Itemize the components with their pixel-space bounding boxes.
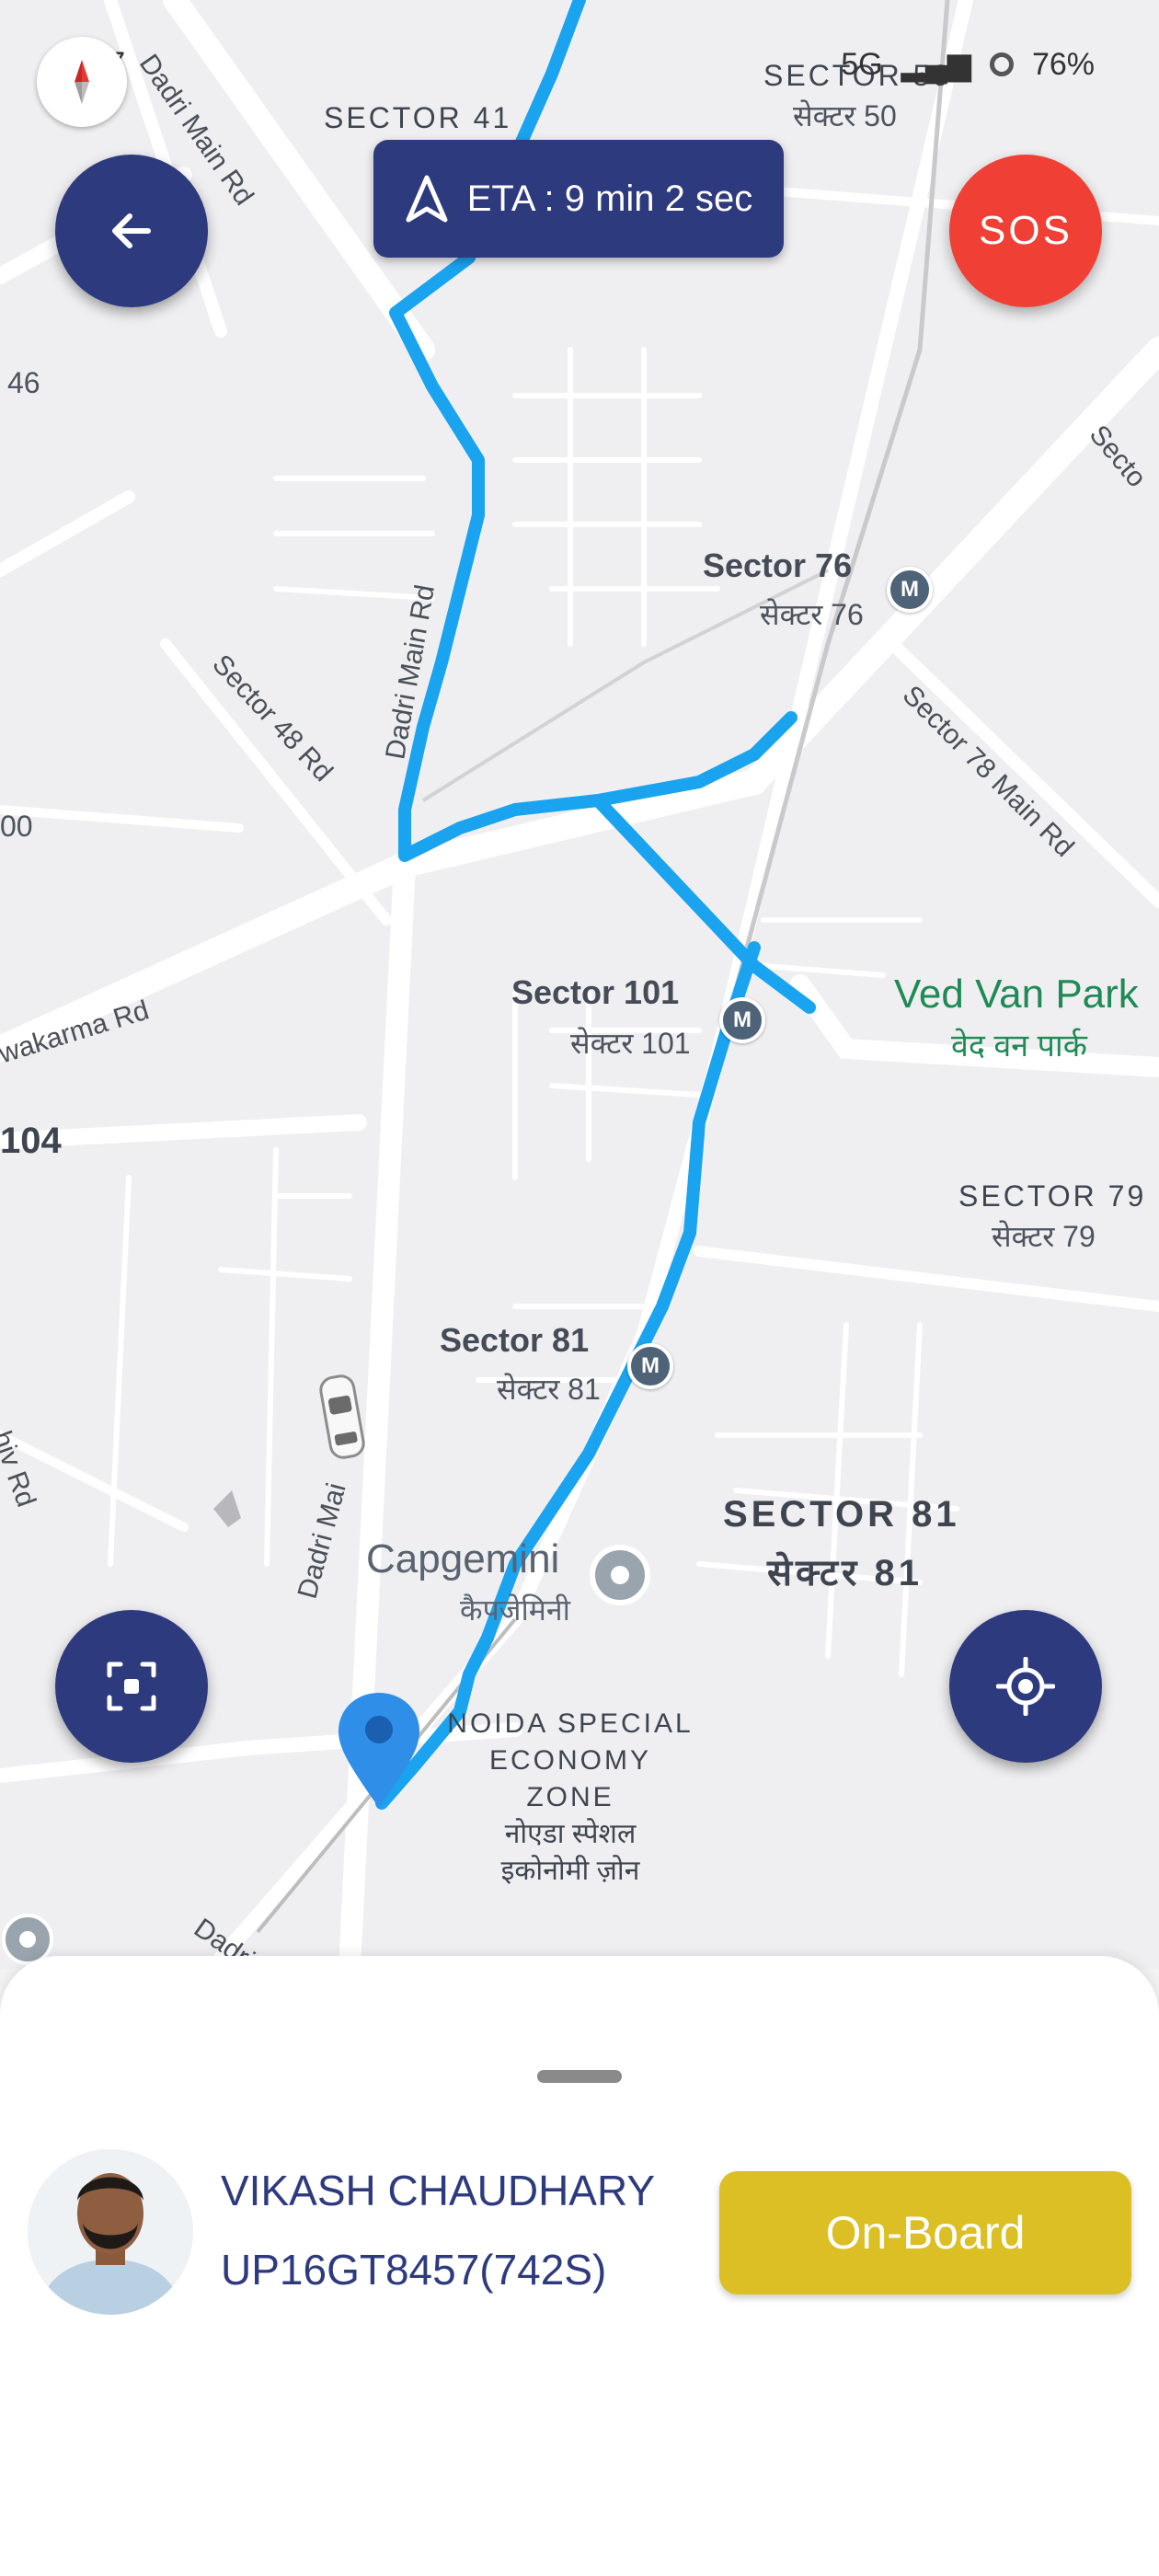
fullscreen-icon <box>107 1662 156 1711</box>
map-label-sez-line2: ECONOMY <box>488 1745 651 1776</box>
metro-station-icon: M <box>719 997 765 1043</box>
eta-text: ETA : 9 min 2 sec <box>466 178 753 219</box>
recenter-button[interactable] <box>949 1610 1102 1763</box>
driver-name: VIKASH CHAUDHARY <box>221 2167 656 2214</box>
map-label-partial-00: 00 <box>0 810 33 843</box>
navigation-arrow-icon <box>406 175 448 223</box>
map-label-sector79-hi: सेक्टर 79 <box>992 1220 1096 1253</box>
map-label-sector76-hi: सेक्टर 76 <box>760 598 864 631</box>
avatar <box>28 2149 193 2315</box>
map-label-sector76: Sector 76 <box>703 546 853 584</box>
map-label-sector104: 104 <box>0 1121 62 1161</box>
metro-station-icon: M <box>887 567 933 613</box>
map-label-sector81: Sector 81 <box>440 1321 590 1359</box>
sheet-drag-handle[interactable] <box>537 2070 622 2083</box>
map-label-ved-van-park: Ved Van Park <box>894 972 1139 1017</box>
map-label-sector79: SECTOR 79 <box>958 1179 1147 1213</box>
compass-icon[interactable] <box>37 37 127 127</box>
battery-icon <box>989 52 1014 76</box>
signal-icon: ▂▄▆ <box>901 47 971 82</box>
map-label-ved-van-park-hi: वेद वन पार्क <box>951 1029 1087 1064</box>
battery-label: 76% <box>1031 46 1095 82</box>
arrow-left-icon <box>112 213 151 248</box>
map-label-sez-hi-line1: नोएडा स्पेशल <box>504 1819 637 1849</box>
status-bar: 1:47 5G ▂▄▆ 76% <box>0 46 1159 92</box>
map-label-sector81-hi: सेक्टर 81 <box>497 1373 601 1406</box>
map-label-sector81-big: SECTOR 81 <box>723 1494 960 1535</box>
map-label-capgemini: Capgemini <box>366 1536 560 1581</box>
gps-target-icon <box>996 1657 1055 1716</box>
map-label-sector81-big-hi: सेक्टर 81 <box>767 1553 923 1593</box>
back-button[interactable] <box>55 155 208 307</box>
map-label-sector50-hi: सेक्टर 50 <box>793 99 897 132</box>
map-label-capgemini-hi: कैपजेमिनी <box>460 1593 570 1627</box>
map-label-sez-line1: NOIDA SPECIAL <box>447 1708 694 1739</box>
vehicle-number: UP16GT8457(742S) <box>221 2246 607 2294</box>
eta-banner: ETA : 9 min 2 sec <box>373 140 784 258</box>
map-label-sector46: 46 <box>7 366 40 399</box>
sos-button[interactable]: SOS <box>949 155 1102 307</box>
map-label-sez-line3: ZONE <box>526 1782 614 1812</box>
map-label-sector41: SECTOR 41 <box>324 101 512 134</box>
signal-label: 5G <box>841 46 883 82</box>
map-label-sector101: Sector 101 <box>511 973 680 1011</box>
onboard-button[interactable]: On-Board <box>719 2171 1131 2294</box>
status-right: 5G ▂▄▆ 76% <box>841 46 1095 83</box>
metro-station-icon: M <box>627 1343 673 1389</box>
map-label-sector101-hi: सेक्टर 101 <box>570 1027 691 1060</box>
fullscreen-button[interactable] <box>55 1610 208 1763</box>
map-label-sez: NOIDA SPECIAL ECONOMY ZONE नोएडा स्पेशल … <box>432 1706 708 1890</box>
map-label-sez-hi-line2: इकोनोमी ज़ोन <box>500 1856 640 1886</box>
